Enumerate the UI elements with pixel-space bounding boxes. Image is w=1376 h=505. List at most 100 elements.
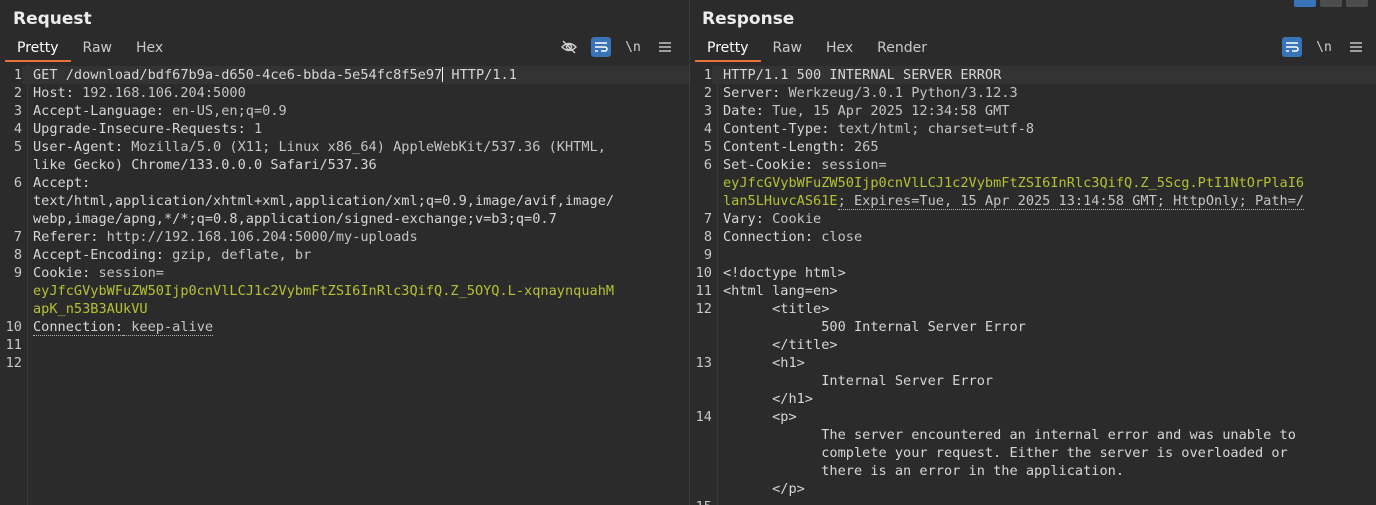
line-number (690, 480, 712, 498)
tab-render[interactable]: Render (865, 38, 939, 62)
line-number (690, 462, 712, 480)
code-line: 1 GET /download/bdf67b9a-d650-4ce6-bbda-5… (0, 66, 689, 84)
line-number: 1 (703, 67, 712, 83)
line-content: Referer: http://192.168.106.204:5000/my-… (22, 228, 689, 246)
layout-horizontal-icon[interactable] (1320, 0, 1342, 7)
line-content: <!doctype html> (712, 264, 1376, 282)
line-text: webp,image/apng,*/*;q=0.8,application/si… (33, 211, 557, 227)
line-content: text/html,application/xhtml+xml,applicat… (22, 192, 689, 210)
code-line: 2 Server: Werkzeug/3.0.1 Python/3.12.3 (690, 84, 1376, 102)
wrap-icon[interactable] (1282, 37, 1302, 57)
line-text: <p> (723, 409, 797, 425)
code-line: 3 Date: Tue, 15 Apr 2025 12:34:58 GMT (690, 102, 1376, 120)
header-value: http://192.168.106.204:5000/my-uploads (98, 229, 418, 245)
header-name: Accept-Encoding: (33, 247, 164, 263)
code-line: 5 User-Agent: Mozilla/5.0 (X11; Linux x86… (0, 138, 689, 156)
header-value: 265 (845, 139, 879, 155)
wrap-icon[interactable] (591, 37, 611, 57)
tab-pretty[interactable]: Pretty (695, 38, 761, 62)
code-line: 7 Vary: Cookie (690, 210, 1376, 228)
line-content (22, 354, 689, 372)
line-number: 11 (695, 283, 712, 299)
layout-split-icon[interactable] (1294, 0, 1316, 7)
header-value: ; Expires=Tue, 15 Apr 2025 13:14:58 GMT;… (837, 193, 1305, 210)
menu-icon[interactable] (655, 37, 675, 57)
line-content: apK_n53B3AUkVU (22, 300, 689, 318)
session-token: eyJfcGVybWFuZW50Ijp0cnVlLCJ1c2VybmFtZSI6… (33, 283, 615, 299)
line-content: Host: 192.168.106.204:5000 (22, 84, 689, 102)
code-line: eyJfcGVybWFuZW50Ijp0cnVlLCJ1c2VybmFtZSI6… (690, 174, 1376, 192)
header-value: Tue, 15 Apr 2025 12:34:58 GMT (763, 103, 1010, 119)
line-content: Date: Tue, 15 Apr 2025 12:34:58 GMT (712, 102, 1376, 120)
code-line: The server encountered an internal error… (690, 426, 1376, 444)
code-line: 11 (0, 336, 689, 354)
layout-vertical-icon[interactable] (1346, 0, 1368, 7)
header-value: close (813, 229, 863, 245)
line-content: Vary: Cookie (712, 210, 1376, 228)
code-line: apK_n53B3AUkVU (0, 300, 689, 318)
line-number: 11 (5, 337, 22, 353)
header-name: Connection: (33, 319, 124, 336)
line-text: HTTP/1.1 500 INTERNAL SERVER ERROR (723, 67, 1002, 83)
header-value: 1 (245, 121, 263, 137)
newline-toggle[interactable]: \n (1314, 37, 1334, 57)
line-content (712, 498, 1376, 505)
line-content: Upgrade-Insecure-Requests: 1 (22, 120, 689, 138)
line-text: <title> (723, 301, 830, 317)
tab-hex[interactable]: Hex (124, 38, 175, 62)
request-tabs: Pretty Raw Hex (5, 38, 175, 62)
tab-raw[interactable]: Raw (71, 38, 124, 62)
line-content: Internal Server Error (712, 372, 1376, 390)
code-line: 8 Accept-Encoding: gzip, deflate, br (0, 246, 689, 264)
line-content: </h1> (712, 390, 1376, 408)
line-number: 7 (703, 211, 712, 227)
request-editor[interactable]: 1 GET /download/bdf67b9a-d650-4ce6-bbda-5… (0, 64, 689, 505)
line-content: webp,image/apng,*/*;q=0.8,application/si… (22, 210, 689, 228)
code-line: webp,image/apng,*/*;q=0.8,application/si… (0, 210, 689, 228)
code-line: like Gecko) Chrome/133.0.0.0 Safari/537.… (0, 156, 689, 174)
code-line: 14 <p> (690, 408, 1376, 426)
request-line-path: GET /download/bdf67b9a-d650-4ce6-bbda-5e… (33, 67, 443, 83)
line-number: 9 (13, 265, 22, 281)
response-lines: 1 HTTP/1.1 500 INTERNAL SERVER ERROR 2 Serv… (690, 66, 1376, 505)
header-name: Vary: (723, 211, 764, 227)
line-text: text/html,application/xhtml+xml,applicat… (33, 193, 615, 209)
session-token: lan5LHuvcAS61E (723, 193, 838, 209)
code-line: text/html,application/xhtml+xml,applicat… (0, 192, 689, 210)
code-line: lan5LHuvcAS61E; Expires=Tue, 15 Apr 2025… (690, 192, 1376, 210)
line-number: 2 (703, 85, 712, 101)
line-number: 4 (13, 121, 22, 137)
response-editor[interactable]: 1 HTTP/1.1 500 INTERNAL SERVER ERROR 2 Serv… (690, 64, 1376, 505)
code-line: 12 <title> (690, 300, 1376, 318)
menu-icon[interactable] (1346, 37, 1366, 57)
code-line: 10 Connection: keep-alive (0, 318, 689, 336)
line-number (690, 390, 712, 408)
header-name: Set-Cookie: (723, 157, 814, 173)
tab-pretty[interactable]: Pretty (5, 38, 71, 62)
line-content: Connection: keep-alive (22, 318, 689, 336)
request-toolbar: \n (559, 37, 675, 57)
request-lines: 1 GET /download/bdf67b9a-d650-4ce6-bbda-5… (0, 66, 689, 372)
code-line: 3 Accept-Language: en-US,en;q=0.9 (0, 102, 689, 120)
line-number: 8 (13, 247, 22, 263)
response-title: Response (702, 9, 795, 29)
line-text: 500 Internal Server Error (723, 319, 1026, 335)
code-line: </title> (690, 336, 1376, 354)
header-value: Mozilla/5.0 (X11; Linux x86_64) AppleWeb… (123, 139, 606, 155)
line-text: </title> (723, 337, 838, 353)
line-number (690, 192, 712, 210)
code-line: 9 Cookie: session= (0, 264, 689, 282)
header-name: Content-Type: (723, 121, 830, 137)
eye-slash-icon[interactable] (559, 37, 579, 57)
line-number (0, 156, 22, 174)
tab-raw[interactable]: Raw (761, 38, 814, 62)
response-panel: Response Pretty Raw Hex Render \n 1 HTTP/… (690, 0, 1376, 505)
request-panel: Request Pretty Raw Hex \n 1 GET /download… (0, 0, 689, 505)
line-number (0, 282, 22, 300)
header-name: User-Agent: (33, 139, 124, 155)
code-line: 500 Internal Server Error (690, 318, 1376, 336)
code-line: there is an error in the application. (690, 462, 1376, 480)
line-content: Accept-Language: en-US,en;q=0.9 (22, 102, 689, 120)
tab-hex[interactable]: Hex (814, 38, 865, 62)
newline-toggle[interactable]: \n (623, 37, 643, 57)
